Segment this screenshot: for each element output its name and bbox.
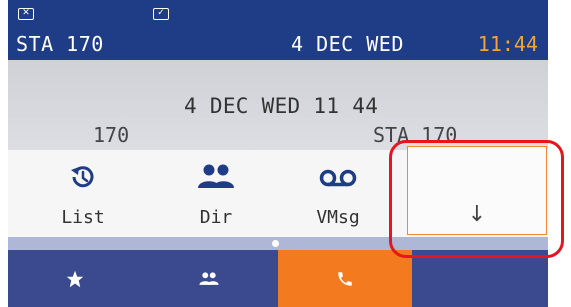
star-icon [66,270,84,287]
softkey-label: List [61,207,105,228]
station-name: STA 170 [16,32,104,56]
softkey-label: VMsg [316,207,360,228]
page-dot [272,240,279,247]
contacts-icon [151,162,281,192]
header-time: 11:44 [477,32,538,56]
idle-datetime: 4 DEC WED 11 44 [184,94,379,118]
missed-call-icon: ✕ [18,8,34,20]
extension-number: 170 [93,123,130,147]
status-bar: ✕ ✓ STA 170 4 DEC WED 11:44 [8,0,548,60]
history-icon [18,162,148,192]
check-icon: ✓ [153,8,169,20]
contacts-button[interactable] [142,250,276,307]
softkey-list[interactable]: List [18,150,148,237]
softkey-label: Dir [199,207,233,228]
voicemail-icon [273,162,403,192]
highlight-annotation [389,140,564,258]
softkey-vmsg[interactable]: VMsg [273,150,403,237]
favorites-button[interactable] [8,250,142,307]
contacts-icon [199,271,219,285]
softkey-dir[interactable]: Dir [151,150,281,237]
header-date: 4 DEC WED [291,32,404,56]
bottom-bar [8,250,548,307]
idle-display: 4 DEC WED 11 44 170 STA 170 [8,60,548,150]
phone-icon [338,271,352,286]
call-button[interactable] [278,250,412,307]
empty-bottom-key[interactable] [412,250,548,307]
